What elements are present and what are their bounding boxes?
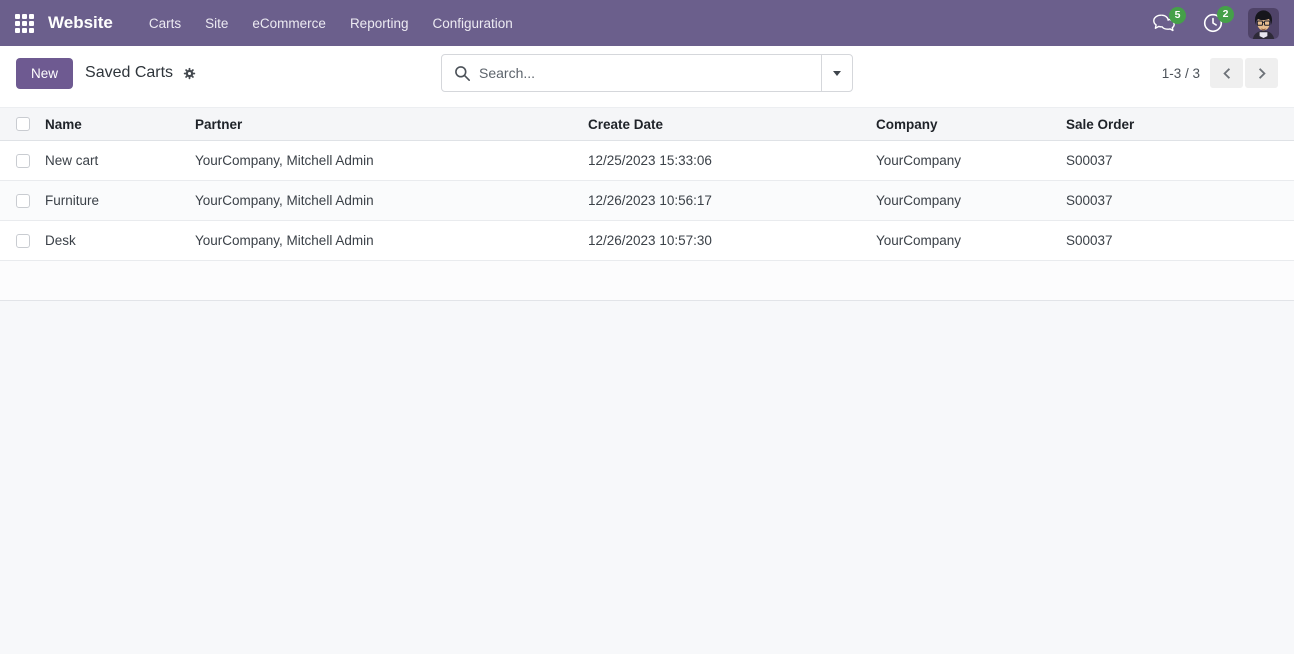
pager-previous-button[interactable]: [1210, 58, 1243, 88]
activities-button[interactable]: 2: [1194, 8, 1232, 38]
pager: 1-3 / 3: [1162, 58, 1278, 88]
cell-create-date: 12/25/2023 15:33:06: [588, 141, 876, 181]
pager-range: 1-3 / 3: [1162, 66, 1200, 81]
chevron-left-icon: [1222, 67, 1232, 80]
column-header-partner[interactable]: Partner: [195, 108, 588, 141]
cell-company: YourCompany: [876, 181, 1066, 221]
cell-sale-order: S00037: [1066, 221, 1294, 261]
cell-name: Furniture: [45, 181, 195, 221]
table-header-row: Name Partner Create Date Company Sale Or…: [0, 108, 1294, 141]
table-footer-filler: [0, 261, 1294, 301]
cell-sale-order: S00037: [1066, 181, 1294, 221]
cell-partner: YourCompany, Mitchell Admin: [195, 141, 588, 181]
pager-next-button[interactable]: [1245, 58, 1278, 88]
cell-create-date: 12/26/2023 10:56:17: [588, 181, 876, 221]
search-bar: [441, 54, 853, 92]
table-row[interactable]: Desk YourCompany, Mitchell Admin 12/26/2…: [0, 221, 1294, 261]
menu-item-ecommerce[interactable]: eCommerce: [240, 3, 338, 44]
saved-carts-table: Name Partner Create Date Company Sale Or…: [0, 107, 1294, 261]
chevron-right-icon: [1257, 67, 1267, 80]
menu-item-configuration[interactable]: Configuration: [420, 3, 524, 44]
cell-company: YourCompany: [876, 141, 1066, 181]
page-title: Saved Carts: [85, 64, 173, 82]
apps-menu-icon[interactable]: [15, 14, 34, 33]
navbar-systray: 5 2: [1144, 8, 1279, 39]
menu-item-site[interactable]: Site: [193, 3, 240, 44]
cell-partner: YourCompany, Mitchell Admin: [195, 221, 588, 261]
list-view: Name Partner Create Date Company Sale Or…: [0, 100, 1294, 301]
new-button[interactable]: New: [16, 58, 73, 89]
select-all-checkbox[interactable]: [16, 117, 30, 131]
cell-partner: YourCompany, Mitchell Admin: [195, 181, 588, 221]
menu-item-reporting[interactable]: Reporting: [338, 3, 421, 44]
table-row[interactable]: New cart YourCompany, Mitchell Admin 12/…: [0, 141, 1294, 181]
cell-create-date: 12/26/2023 10:57:30: [588, 221, 876, 261]
row-checkbox[interactable]: [16, 154, 30, 168]
row-checkbox[interactable]: [16, 234, 30, 248]
search-input[interactable]: [479, 65, 821, 81]
cell-sale-order: S00037: [1066, 141, 1294, 181]
gear-icon: [183, 67, 196, 80]
control-panel: New Saved Carts 1-3 / 3: [0, 46, 1294, 100]
top-navbar: Website Carts Site eCommerce Reporting C…: [0, 0, 1294, 46]
user-avatar[interactable]: [1248, 8, 1279, 39]
search-icon: [454, 65, 471, 82]
menu-item-carts[interactable]: Carts: [137, 3, 193, 44]
main-menu: Carts Site eCommerce Reporting Configura…: [137, 3, 525, 44]
column-header-create-date[interactable]: Create Date: [588, 108, 876, 141]
settings-gear-button[interactable]: [181, 65, 198, 82]
avatar-image: [1248, 8, 1279, 39]
table-row[interactable]: Furniture YourCompany, Mitchell Admin 12…: [0, 181, 1294, 221]
column-header-sale-order[interactable]: Sale Order: [1066, 108, 1294, 141]
column-header-company[interactable]: Company: [876, 108, 1066, 141]
messages-button[interactable]: 5: [1144, 9, 1184, 37]
cell-company: YourCompany: [876, 221, 1066, 261]
cell-name: New cart: [45, 141, 195, 181]
cell-name: Desk: [45, 221, 195, 261]
caret-down-icon: [833, 71, 841, 76]
messages-badge: 5: [1169, 7, 1186, 24]
app-name[interactable]: Website: [48, 13, 113, 33]
row-checkbox[interactable]: [16, 194, 30, 208]
column-header-name[interactable]: Name: [45, 108, 195, 141]
activities-badge: 2: [1217, 6, 1234, 23]
search-options-toggle[interactable]: [821, 55, 852, 91]
